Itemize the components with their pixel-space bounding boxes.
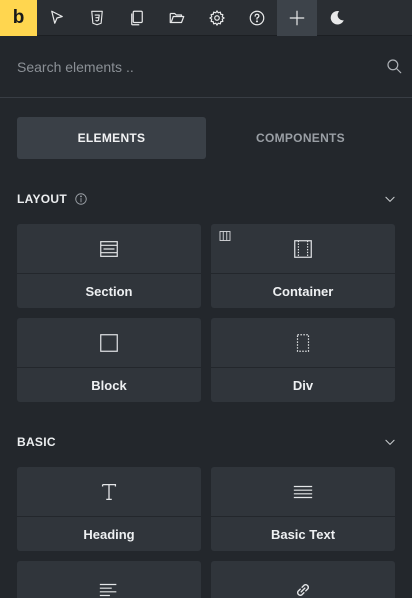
element-label: Basic Text <box>270 526 336 542</box>
panel-tabs: ELEMENTS COMPONENTS <box>17 117 395 159</box>
css3-icon <box>91 10 103 26</box>
element-label: Div <box>292 377 314 393</box>
element-card-link[interactable] <box>211 561 395 598</box>
heading-icon <box>101 483 117 500</box>
element-label: Heading <box>83 526 135 542</box>
moon-icon <box>330 11 344 25</box>
element-card-section[interactable]: Section <box>17 224 201 308</box>
css-button[interactable] <box>77 0 117 36</box>
element-label: Container <box>272 283 334 299</box>
element-label: Block <box>91 377 127 393</box>
link-icon <box>297 584 309 596</box>
element-card-rich-text[interactable] <box>17 561 201 598</box>
search-bar <box>0 36 412 98</box>
block-icon <box>100 333 118 352</box>
basic-text-icon <box>293 485 313 498</box>
top-toolbar: b <box>0 0 412 36</box>
columns-icon <box>219 231 231 241</box>
section-title: BASIC <box>17 435 56 449</box>
tab-components[interactable]: COMPONENTS <box>206 117 395 159</box>
element-card-div[interactable]: Div <box>211 318 395 402</box>
help-button[interactable] <box>237 0 277 36</box>
help-icon <box>249 10 265 26</box>
tab-elements[interactable]: ELEMENTS <box>17 117 206 159</box>
div-icon <box>296 333 310 352</box>
rich-text-icon <box>99 583 117 597</box>
chevron-down-icon[interactable] <box>383 435 397 449</box>
dark-mode-button[interactable] <box>317 0 357 36</box>
chevron-down-icon[interactable] <box>383 192 397 206</box>
plus-icon <box>289 10 305 26</box>
element-card-basic-text[interactable]: Basic Text <box>211 467 395 551</box>
settings-button[interactable] <box>197 0 237 36</box>
select-tool-button[interactable] <box>37 0 77 36</box>
add-elements-button[interactable] <box>277 0 317 36</box>
gear-icon <box>209 10 225 26</box>
element-card-container[interactable]: Container <box>211 224 395 308</box>
element-card-block[interactable]: Block <box>17 318 201 402</box>
search-input[interactable] <box>17 55 367 79</box>
info-icon[interactable] <box>74 192 88 206</box>
basic-elements-grid: Heading Basic Text <box>17 467 395 598</box>
logo[interactable]: b <box>0 0 37 36</box>
cursor-arrow-icon <box>51 10 63 24</box>
layout-section-header[interactable]: LAYOUT <box>17 189 397 209</box>
section-icon <box>100 240 118 257</box>
layout-elements-grid: Section Container Block Div <box>17 224 395 402</box>
element-label: Section <box>85 283 133 299</box>
basic-section-header[interactable]: BASIC <box>17 432 397 452</box>
pages-button[interactable] <box>117 0 157 36</box>
pages-icon <box>131 10 143 26</box>
element-card-heading[interactable]: Heading <box>17 467 201 551</box>
search-icon[interactable] <box>385 57 403 75</box>
container-icon <box>294 239 312 258</box>
folder-open-icon <box>169 12 185 24</box>
templates-button[interactable] <box>157 0 197 36</box>
section-title: LAYOUT <box>17 192 68 206</box>
